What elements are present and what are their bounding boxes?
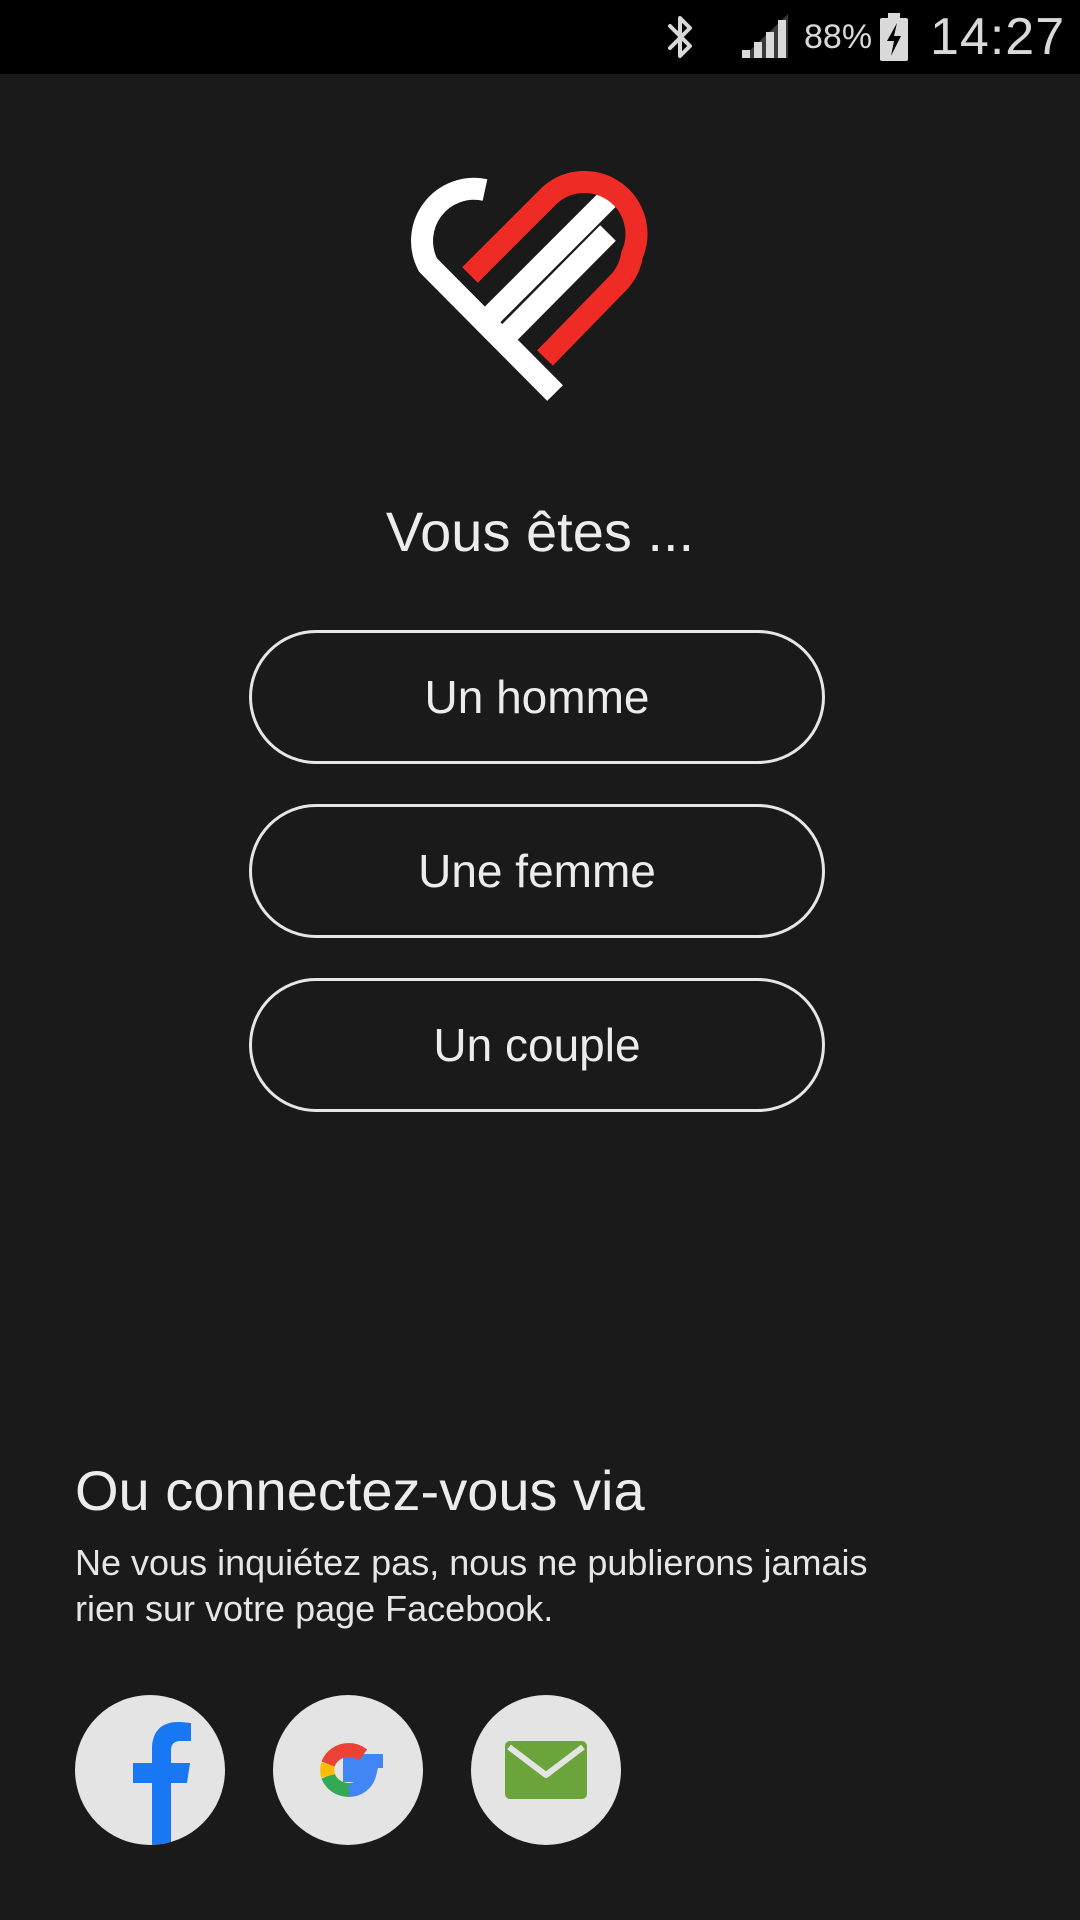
man-option-label: Un homme	[424, 671, 650, 723]
clock: 14:27	[930, 8, 1066, 66]
social-login-title: Ou connectez-vous via	[75, 1459, 645, 1522]
battery-percent: 88%	[804, 17, 873, 56]
couple-option-label: Un couple	[433, 1019, 641, 1071]
status-bar: 88% 14:27	[0, 0, 1080, 74]
woman-option-button[interactable]: Une femme	[249, 804, 825, 938]
bluetooth-icon	[660, 0, 704, 74]
mail-icon	[505, 1741, 587, 1799]
app-heart-logo	[410, 165, 670, 405]
google-login-button[interactable]	[273, 1695, 423, 1845]
email-login-button[interactable]	[471, 1695, 621, 1845]
gender-selection-screen: 88% 14:27 Vous êtes ... Un homme Une fem…	[0, 0, 1080, 1920]
man-option-button[interactable]: Un homme	[249, 630, 825, 764]
battery-charging-icon	[878, 0, 912, 74]
facebook-icon	[133, 1722, 191, 1845]
couple-option-button[interactable]: Un couple	[249, 978, 825, 1112]
gender-question: Vous êtes ...	[385, 500, 695, 563]
woman-option-label: Une femme	[418, 845, 656, 897]
facebook-login-button[interactable]	[75, 1695, 225, 1845]
google-icon	[320, 1742, 383, 1797]
signal-icon	[738, 0, 792, 74]
social-login-note: Ne vous inquiétez pas, nous ne publieron…	[75, 1542, 868, 1629]
